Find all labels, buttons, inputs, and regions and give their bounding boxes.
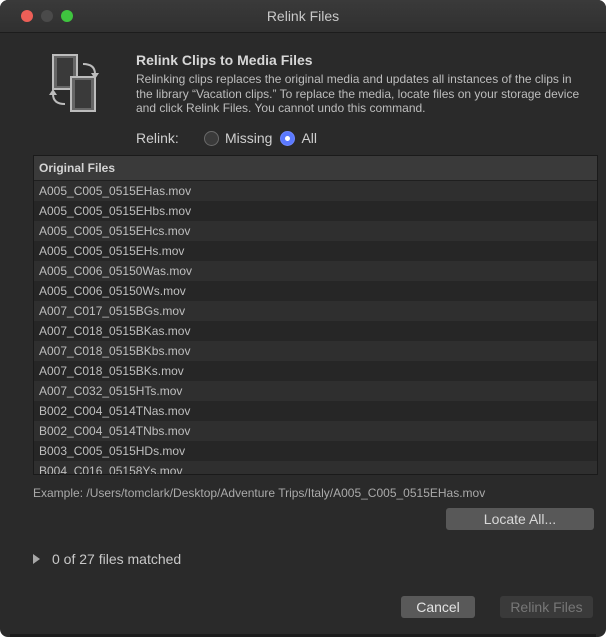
table-row[interactable]: A007_C018_0515BKbs.mov [34, 341, 597, 361]
relink-option-row: Relink: Missing All [136, 128, 325, 148]
title-bar: Relink Files [0, 0, 606, 33]
table-row[interactable]: B003_C005_0515HDs.mov [34, 441, 597, 461]
table-row[interactable]: A005_C005_0515EHcs.mov [34, 221, 597, 241]
table-row[interactable]: A005_C005_0515EHbs.mov [34, 201, 597, 221]
table-row[interactable]: A007_C018_0515BKs.mov [34, 361, 597, 381]
table-row[interactable]: B004_C016_05158Ys.mov [34, 461, 597, 474]
relink-missing-option[interactable]: Missing [204, 130, 272, 146]
files-matched-text: 0 of 27 files matched [52, 551, 182, 567]
table-row[interactable]: A007_C017_0515BGs.mov [34, 301, 597, 321]
missing-radio[interactable] [204, 130, 219, 146]
example-path: Example: /Users/tomclark/Desktop/Adventu… [33, 486, 486, 500]
locate-all-button[interactable]: Locate All... [446, 508, 594, 530]
table-row[interactable]: A007_C018_0515BKas.mov [34, 321, 597, 341]
table-body: A005_C005_0515EHas.mov A005_C005_0515EHb… [34, 181, 597, 474]
window-title: Relink Files [266, 8, 340, 24]
table-row[interactable]: B002_C004_0514TNas.mov [34, 401, 597, 421]
missing-label: Missing [225, 130, 273, 146]
relink-files-button[interactable]: Relink Files [500, 596, 593, 618]
original-files-table[interactable]: Original Files A005_C005_0515EHas.mov A0… [33, 155, 598, 475]
table-row[interactable]: A005_C005_0515EHas.mov [34, 181, 597, 201]
table-header[interactable]: Original Files [34, 156, 597, 181]
table-row[interactable]: A005_C006_05150Ws.mov [34, 281, 597, 301]
all-label: All [301, 130, 318, 146]
table-row[interactable]: A005_C005_0515EHs.mov [34, 241, 597, 261]
table-row[interactable]: A007_C032_0515HTs.mov [34, 381, 597, 401]
relink-clips-icon [49, 54, 99, 112]
relink-label: Relink: [136, 130, 179, 146]
all-radio[interactable] [280, 130, 296, 146]
table-row[interactable]: A005_C006_05150Was.mov [34, 261, 597, 281]
cancel-button[interactable]: Cancel [401, 596, 475, 618]
dialog-description: Relinking clips replaces the original me… [136, 72, 580, 115]
relink-files-window: Relink Files Relink Clips to Media Files… [0, 0, 606, 637]
files-matched-disclosure[interactable]: 0 of 27 files matched [33, 551, 181, 567]
relink-all-option[interactable]: All [280, 130, 317, 146]
table-row[interactable]: B002_C004_0514TNbs.mov [34, 421, 597, 441]
disclosure-triangle-icon[interactable] [33, 554, 40, 564]
dialog-heading: Relink Clips to Media Files [136, 52, 313, 68]
